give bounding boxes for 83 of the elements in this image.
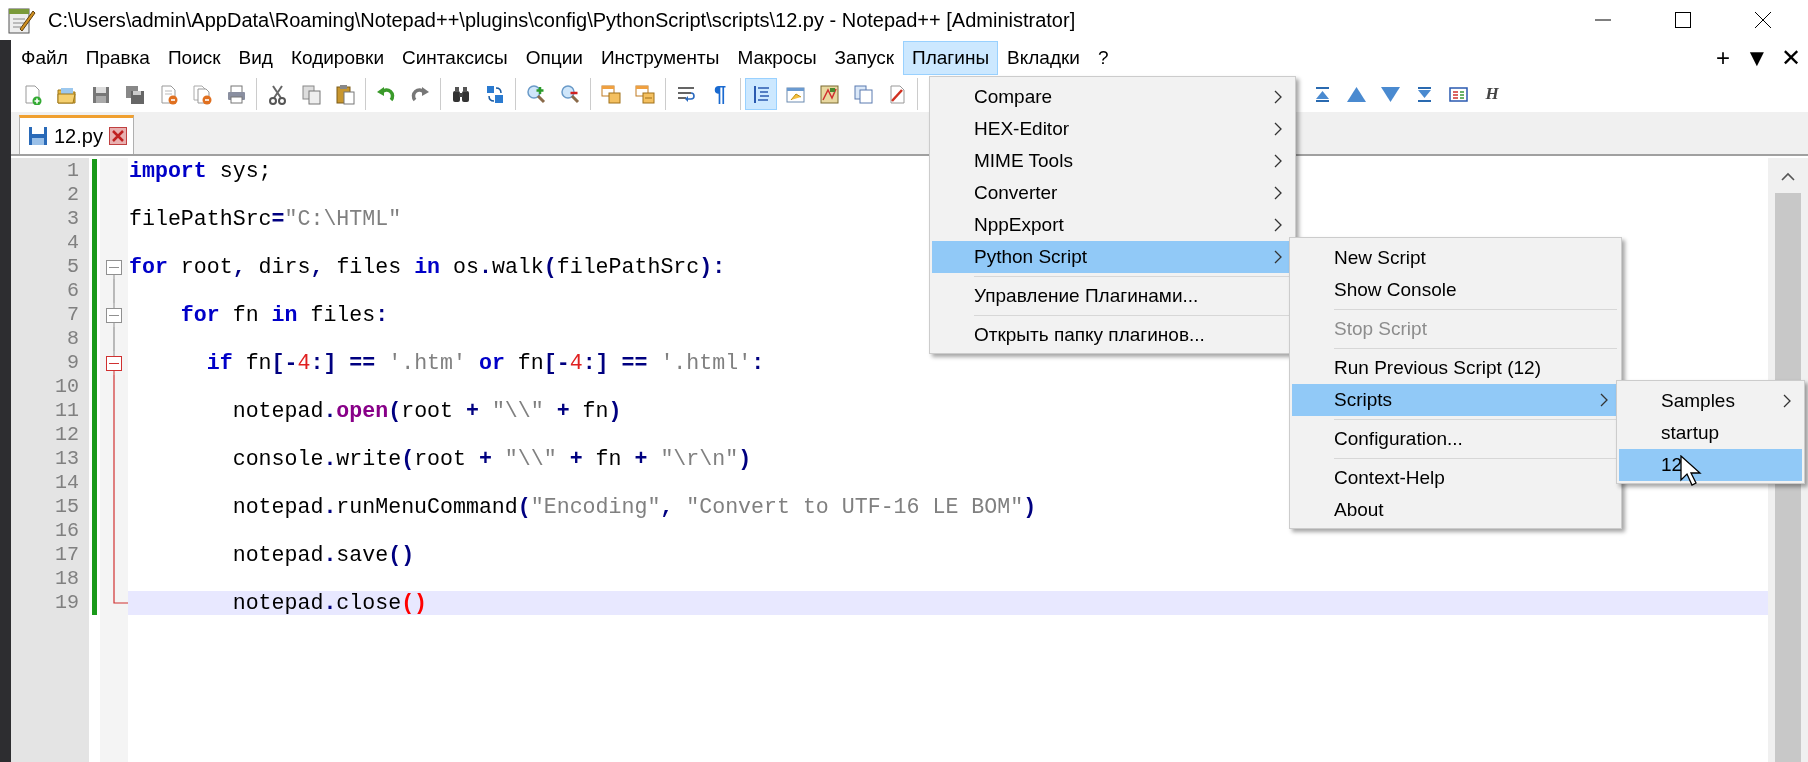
menu-item[interactable]: Run Previous Script (12) xyxy=(1292,352,1619,384)
menu-item[interactable]: NppExport xyxy=(932,209,1293,241)
line-number: 2 xyxy=(66,183,80,207)
line-number: 8 xyxy=(66,327,80,351)
paste-icon xyxy=(334,83,356,105)
menu-bar-item[interactable]: Вкладки xyxy=(998,41,1089,75)
line-number: 17 xyxy=(54,543,80,567)
menu-item[interactable]: New Script xyxy=(1292,242,1619,274)
line-number: 13 xyxy=(54,447,80,471)
line-number: 10 xyxy=(54,375,80,399)
menu-bar-item[interactable]: Запуск xyxy=(825,41,904,75)
line-number: 12 xyxy=(54,423,80,447)
menu-item[interactable]: Samples xyxy=(1619,385,1802,417)
menu-item[interactable]: Compare xyxy=(932,81,1293,113)
menu-item[interactable]: Открыть папку плагинов... xyxy=(932,319,1293,351)
code-line: console.write(root + "\\" + fn + "\r\n") xyxy=(231,447,752,471)
tab-list-button[interactable]: ▼ xyxy=(1740,42,1774,74)
line-number: 19 xyxy=(54,591,80,615)
toolbar-button[interactable]: H xyxy=(1476,78,1508,110)
menu-bar-item[interactable]: Файл xyxy=(12,41,77,75)
menu-bar-item[interactable]: Опции xyxy=(516,41,592,75)
menu-item[interactable]: Scripts xyxy=(1292,384,1619,416)
maximize-icon xyxy=(1674,11,1692,29)
line-number: 15 xyxy=(54,495,80,519)
map-icon xyxy=(818,83,840,105)
documents-icon xyxy=(852,83,874,105)
zoom-in-icon xyxy=(525,83,547,105)
code-line: notepad.runMenuCommand("Encoding", "Convert to UTF-16 LE BOM") xyxy=(231,495,1037,519)
line-number: 5 xyxy=(66,255,80,279)
code-line: for root, dirs, files in os.walk(filePathSrc): xyxy=(128,255,726,279)
code-line: import sys; xyxy=(128,159,272,183)
menu-item[interactable]: Show Console xyxy=(1292,274,1619,306)
menu-bar-item[interactable]: Правка xyxy=(76,41,159,75)
code-line: if fn[-4:] == '.htm' or fn[-4:] == '.html': xyxy=(205,351,765,375)
menu-bar-item[interactable]: Кодировки xyxy=(281,41,393,75)
toolbar-button[interactable]: ¶ xyxy=(704,78,736,110)
menu-bar-item[interactable]: Инструменты xyxy=(591,41,729,75)
code-line: notepad.save() xyxy=(231,543,415,567)
line-number: 3 xyxy=(66,207,80,231)
menu-bar-item[interactable]: Плагины xyxy=(903,41,999,75)
line-number: 1 xyxy=(66,159,80,183)
menu-item[interactable]: Context-Help xyxy=(1292,462,1619,494)
line-number: 18 xyxy=(54,567,80,591)
line-number: 9 xyxy=(66,351,80,375)
menu-item[interactable]: Converter xyxy=(932,177,1293,209)
close-all-icon xyxy=(191,83,213,105)
close-icon xyxy=(108,127,127,145)
scissors-icon xyxy=(266,83,288,105)
windows-lock-icon xyxy=(600,83,622,105)
new-tab-button[interactable]: + xyxy=(1706,42,1740,74)
close-icon xyxy=(1754,11,1772,29)
menu-item[interactable]: HEX-Editor xyxy=(932,113,1293,145)
windows-lock-icon xyxy=(634,83,656,105)
copy-icon xyxy=(300,83,322,105)
menu-item[interactable]: About xyxy=(1292,494,1619,526)
menu-bar-item[interactable]: Синтаксисы xyxy=(393,41,517,75)
line-number: 11 xyxy=(54,399,80,423)
line-number: 16 xyxy=(54,519,80,543)
menu-item[interactable]: MIME Tools xyxy=(932,145,1293,177)
menu-item[interactable]: startup xyxy=(1619,417,1802,449)
zoom-out-icon xyxy=(559,83,581,105)
menu-item[interactable]: Configuration... xyxy=(1292,423,1619,455)
menu-bar-item[interactable]: Вид xyxy=(229,41,282,75)
menu-bar-item[interactable]: Поиск xyxy=(158,41,230,75)
line-number: 14 xyxy=(54,471,80,495)
minimize-icon xyxy=(1594,19,1612,21)
close-tab-button[interactable]: ✕ xyxy=(1774,42,1808,74)
window-title: C:\Users\admin\AppData\Roaming\Notepad++\plugins\config\PythonScript\scripts\12.py - Notepad++ [Administrator] xyxy=(48,8,1077,32)
mouse-pointer-icon xyxy=(1680,455,1702,487)
replace-icon xyxy=(484,83,506,105)
printer-icon xyxy=(225,83,247,105)
menu-bar-item[interactable]: ? xyxy=(1088,41,1118,75)
menu-bar-item[interactable]: Макросы xyxy=(728,41,826,75)
line-number: 4 xyxy=(66,231,80,255)
menu-item[interactable]: Управление Плагинами... xyxy=(932,280,1293,312)
line-number: 6 xyxy=(66,279,80,303)
file-tab[interactable]: 12.py xyxy=(19,115,134,154)
code-line: filePathSrc="C:\HTML" xyxy=(128,207,402,231)
line-number: 7 xyxy=(66,303,80,327)
notepad-app-icon xyxy=(6,5,36,35)
code-line: for fn in files: xyxy=(179,303,389,327)
code-line: notepad.open(root + "\\" + fn) xyxy=(231,399,622,423)
save-all-icon xyxy=(123,83,145,105)
